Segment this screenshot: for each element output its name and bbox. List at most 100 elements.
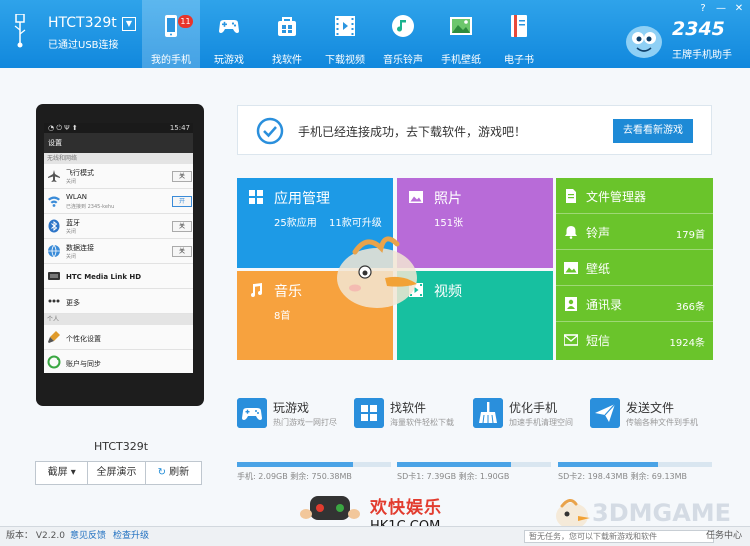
send-icon [590,398,620,428]
check-update-link[interactable]: 检查升级 [113,527,149,546]
bell-icon [565,226,577,239]
refresh-label: 刷新 [169,467,190,478]
toggle-data: 关 [172,246,192,257]
tile-file-manager[interactable]: 文件管理器 铃声 179首 壁纸 通讯录 366条 短信 1924条 [556,178,713,360]
brand-slogan: 王牌手机助手 [672,50,732,61]
banner-message: 手机已经连接成功，去下载软件，游戏吧！ [298,125,527,139]
nav-wallpaper[interactable]: 手机壁纸 [432,0,490,68]
bluetooth-icon [48,219,60,233]
setting-bluetooth: 蓝牙 关闭 关 [44,214,193,239]
new-games-button[interactable]: 去看看新游戏 [613,119,693,143]
brand-logo: 2345 [672,18,725,40]
storage-bar [558,462,712,467]
book-icon [511,15,527,37]
file-row-wallpapers[interactable]: 壁纸 [556,250,713,286]
file-row-contacts[interactable]: 通讯录 366条 [556,286,713,322]
device-dropdown[interactable]: ▼ [122,17,136,31]
toggle-bluetooth: 关 [172,221,192,232]
nav-videos[interactable]: 下载视频 [316,0,374,68]
refresh-button[interactable]: ↻ 刷新 [146,462,201,484]
storage-phone: 手机: 2.09GB 剩余: 750.38MB [237,462,391,482]
fullscreen-button[interactable]: 全屏演示 [88,462,146,484]
quick-link-games[interactable]: 玩游戏 热门游戏一网打尽 [237,397,355,433]
update-badge: 11 [178,15,193,28]
image-icon [564,262,578,274]
music-note-icon [251,283,262,297]
mascot-logo-icon [626,26,662,58]
nav-my-phone[interactable]: 11 我的手机 [142,0,200,68]
settings-title: 设置 [44,133,193,153]
file-row-ringtones[interactable]: 铃声 179首 [556,214,713,250]
sync-icon [47,355,61,369]
help-button[interactable]: ? [694,2,712,16]
close-button[interactable]: ✕ [730,2,748,16]
section-personal: 个人 [44,314,193,325]
picture-icon [450,17,472,35]
setting-airplane: 飞行模式 关闭 关 [44,164,193,189]
usb-icon [14,14,26,48]
task-status: 暂无任务，您可以下载新游戏和软件 [524,530,714,543]
phone-preview: ◔ ⏻ Ψ ⬆ 15:47 设置 无线和网络 飞行模式 关闭 关 WLAN 已连… [36,104,204,406]
section-wireless: 无线和网络 [44,153,193,164]
storage-label: SD卡1: 7.39GB 剩余: 1.90GB [397,472,510,481]
window-controls: ? — ✕ [694,2,748,16]
document-icon [566,189,576,203]
photo-icon [409,191,423,203]
quick-link-software[interactable]: 找软件 海量软件轻松下载 [354,397,472,433]
setting-personalize: 个性化设置 [44,325,193,350]
feedback-link[interactable]: 意见反馈 [70,527,106,546]
bag-icon [278,17,296,36]
bird-mascot-watermark [337,236,417,308]
phone-screen[interactable]: ◔ ⏻ Ψ ⬆ 15:47 设置 无线和网络 飞行模式 关闭 关 WLAN 已连… [44,123,193,373]
device-name: HTCT329t [48,15,117,31]
storage-bar [397,462,551,467]
handheld-gamer-watermark [300,496,360,520]
gamepad-icon [219,20,239,33]
device-status: 已通过USB连接 [48,40,119,51]
storage-fill [397,462,511,467]
storage-sd2: SD卡2: 198.43MB 剩余: 69.13MB [558,462,712,482]
toggle-wlan: 开 [172,196,192,207]
media-link-icon [48,272,60,280]
nav-label: 电子书 [504,55,534,66]
storage-fill [237,462,353,467]
setting-more: 更多 [44,289,193,314]
globe-icon [48,244,60,258]
storage-label: SD卡2: 198.43MB 剩余: 69.13MB [558,472,688,481]
storage-fill [558,462,659,467]
quick-link-optimize[interactable]: 优化手机 加速手机清理空间 [473,397,591,433]
task-center-button[interactable]: 任务中心 [706,527,742,546]
quick-link-send-file[interactable]: 发送文件 传输各种文件到手机 [590,397,708,433]
envelope-icon [564,334,578,346]
nav-label: 音乐铃声 [383,55,423,66]
toggle-airplane: 关 [172,171,192,182]
airplane-icon [48,170,60,182]
nav-label: 我的手机 [151,55,191,66]
file-manager-row[interactable]: 文件管理器 [556,178,713,214]
nav-ebooks[interactable]: 电子书 [490,0,548,68]
music-icon [392,15,414,37]
connection-banner: 手机已经连接成功，去下载软件，游戏吧！ 去看看新游戏 [237,105,712,155]
wifi-icon [48,196,60,207]
nav-label: 找软件 [272,55,302,66]
refresh-icon: ↻ [157,467,166,478]
minimize-button[interactable]: — [712,2,730,16]
nav-music[interactable]: 音乐铃声 [374,0,432,68]
phone-clock: 15:47 [169,124,190,132]
setting-data: 数据连接 关闭 关 [44,239,193,264]
main-nav: 11 我的手机 玩游戏 找软件 下载视频 音乐铃声 手机壁纸 电子书 [142,0,548,68]
nav-software[interactable]: 找软件 [258,0,316,68]
storage-label: 手机: 2.09GB 剩余: 750.38MB [237,472,352,481]
check-circle-icon [256,117,284,145]
screenshot-button[interactable]: 截屏 ▾ [36,462,89,484]
watermark-site-name: 欢快娱乐 [370,498,442,518]
nav-games[interactable]: 玩游戏 [200,0,258,68]
file-row-sms[interactable]: 短信 1924条 [556,322,713,358]
gamepad-icon [237,398,267,428]
broom-icon [473,398,503,428]
more-dots-icon [48,299,60,303]
app-grid-icon [249,190,263,204]
nav-label: 手机壁纸 [441,55,481,66]
setting-accounts: 账户与同步 [44,350,193,373]
phone-action-bar: 截屏 ▾ 全屏演示 ↻ 刷新 [35,461,202,485]
